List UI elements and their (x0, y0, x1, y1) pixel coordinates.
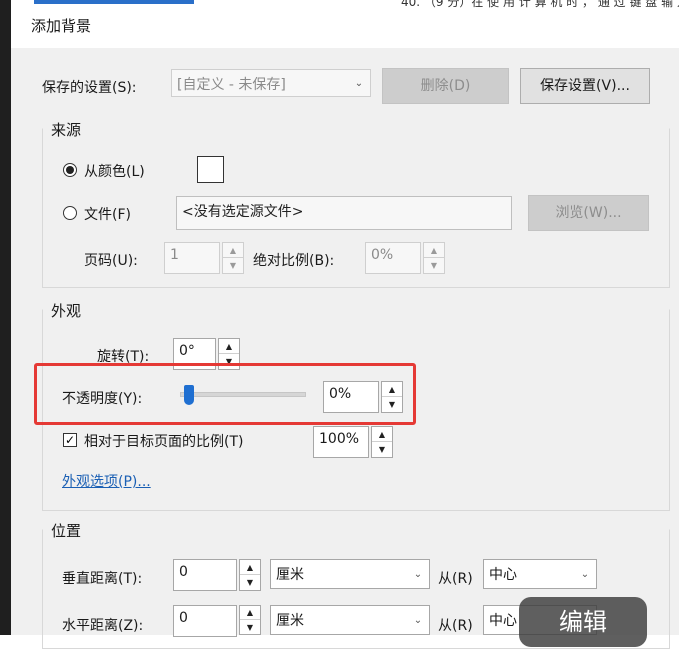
vertical-from-label: 从(R) (438, 571, 473, 587)
chevron-down-icon: ⌄ (580, 568, 590, 580)
horizontal-distance-label: 水平距离(Z): (62, 618, 144, 634)
spin-up-icon[interactable]: ▲ (219, 339, 239, 354)
spin-up-icon[interactable]: ▲ (240, 606, 260, 620)
dialog-title: 添加背景 (31, 17, 92, 35)
dialog-titlebar (11, 8, 679, 48)
vertical-distance-field[interactable]: 0 (173, 559, 237, 591)
browse-button[interactable]: 浏览(W)... (528, 195, 649, 231)
relative-scale-checkbox[interactable]: ✓ (63, 433, 77, 447)
horizontal-distance-spinner[interactable]: ▲ ▼ (239, 605, 261, 635)
delete-button[interactable]: 删除(D) (382, 68, 509, 104)
document-header-text: 40. （9 分）在 使 用 计 算 机 时 ， 通 过 键 盘 输 入 命 令… (401, 0, 679, 8)
page-number-spinner[interactable]: ▲ ▼ (222, 242, 244, 274)
horizontal-unit-value: 厘米 (276, 613, 304, 629)
spin-down-icon[interactable]: ▼ (372, 442, 392, 457)
opacity-slider-track[interactable] (180, 392, 306, 397)
spin-up-icon[interactable]: ▲ (372, 427, 392, 442)
page-number-label: 页码(U): (84, 253, 138, 269)
spin-down-icon[interactable]: ▼ (382, 397, 402, 412)
spin-up-icon[interactable]: ▲ (223, 243, 243, 258)
save-settings-button[interactable]: 保存设置(V)... (520, 68, 650, 104)
saved-settings-value: [自定义 - 未保存] (177, 77, 286, 93)
file-label: 文件(F) (84, 207, 131, 223)
horizontal-distance-field[interactable]: 0 (173, 605, 237, 637)
document-header-strip: 40. （9 分）在 使 用 计 算 机 时 ， 通 过 键 盘 输 入 命 令… (11, 0, 679, 8)
window-edge (0, 0, 11, 635)
vertical-distance-spinner[interactable]: ▲ ▼ (239, 559, 261, 591)
horizontal-from-value: 中心 (489, 613, 517, 629)
vertical-from-value: 中心 (489, 567, 517, 583)
saved-settings-label: 保存的设置(S): (42, 80, 137, 96)
absolute-scale-label: 绝对比例(B): (253, 253, 335, 269)
horizontal-unit-select[interactable]: 厘米 ⌄ (270, 605, 430, 635)
spin-up-icon[interactable]: ▲ (424, 243, 444, 258)
file-radio[interactable] (63, 206, 77, 220)
page-number-field[interactable]: 1 (164, 242, 220, 274)
color-swatch-button[interactable] (197, 156, 224, 183)
chevron-down-icon: ⌄ (413, 568, 423, 580)
from-color-radio[interactable] (63, 163, 77, 177)
appearance-options-link[interactable]: 外观选项(P)... (62, 471, 151, 491)
chevron-down-icon: ⌄ (354, 77, 364, 89)
from-color-label: 从颜色(L) (84, 164, 145, 180)
vertical-unit-value: 厘米 (276, 567, 304, 583)
horizontal-from-label: 从(R) (438, 618, 473, 634)
radio-selected-dot (66, 166, 74, 174)
absolute-scale-spinner[interactable]: ▲ ▼ (423, 242, 445, 274)
spin-down-icon[interactable]: ▼ (240, 620, 260, 634)
opacity-field[interactable]: 0% (323, 381, 379, 413)
absolute-scale-field[interactable]: 0% (365, 242, 421, 274)
vertical-unit-select[interactable]: 厘米 ⌄ (270, 559, 430, 589)
opacity-spinner[interactable]: ▲ ▼ (381, 381, 403, 413)
edit-overlay-button[interactable]: 编辑 (519, 597, 647, 647)
spin-down-icon[interactable]: ▼ (240, 575, 260, 590)
opacity-label: 不透明度(Y): (62, 391, 143, 407)
spin-down-icon[interactable]: ▼ (223, 258, 243, 273)
relative-scale-spinner[interactable]: ▲ ▼ (371, 426, 393, 458)
relative-scale-label: 相对于目标页面的比例(T) (84, 434, 244, 450)
relative-scale-field[interactable]: 100% (313, 426, 369, 458)
source-file-field[interactable]: <没有选定源文件> (176, 196, 512, 230)
checkmark-icon: ✓ (64, 433, 76, 447)
spin-up-icon[interactable]: ▲ (382, 382, 402, 397)
document-accent-bar (34, 0, 194, 4)
vertical-distance-label: 垂直距离(T): (62, 571, 143, 587)
saved-settings-select[interactable]: [自定义 - 未保存] ⌄ (171, 69, 371, 97)
spin-up-icon[interactable]: ▲ (240, 560, 260, 575)
chevron-down-icon: ⌄ (413, 614, 423, 626)
vertical-from-select[interactable]: 中心 ⌄ (483, 559, 597, 589)
spin-down-icon[interactable]: ▼ (424, 258, 444, 273)
opacity-slider-thumb[interactable] (184, 385, 194, 405)
